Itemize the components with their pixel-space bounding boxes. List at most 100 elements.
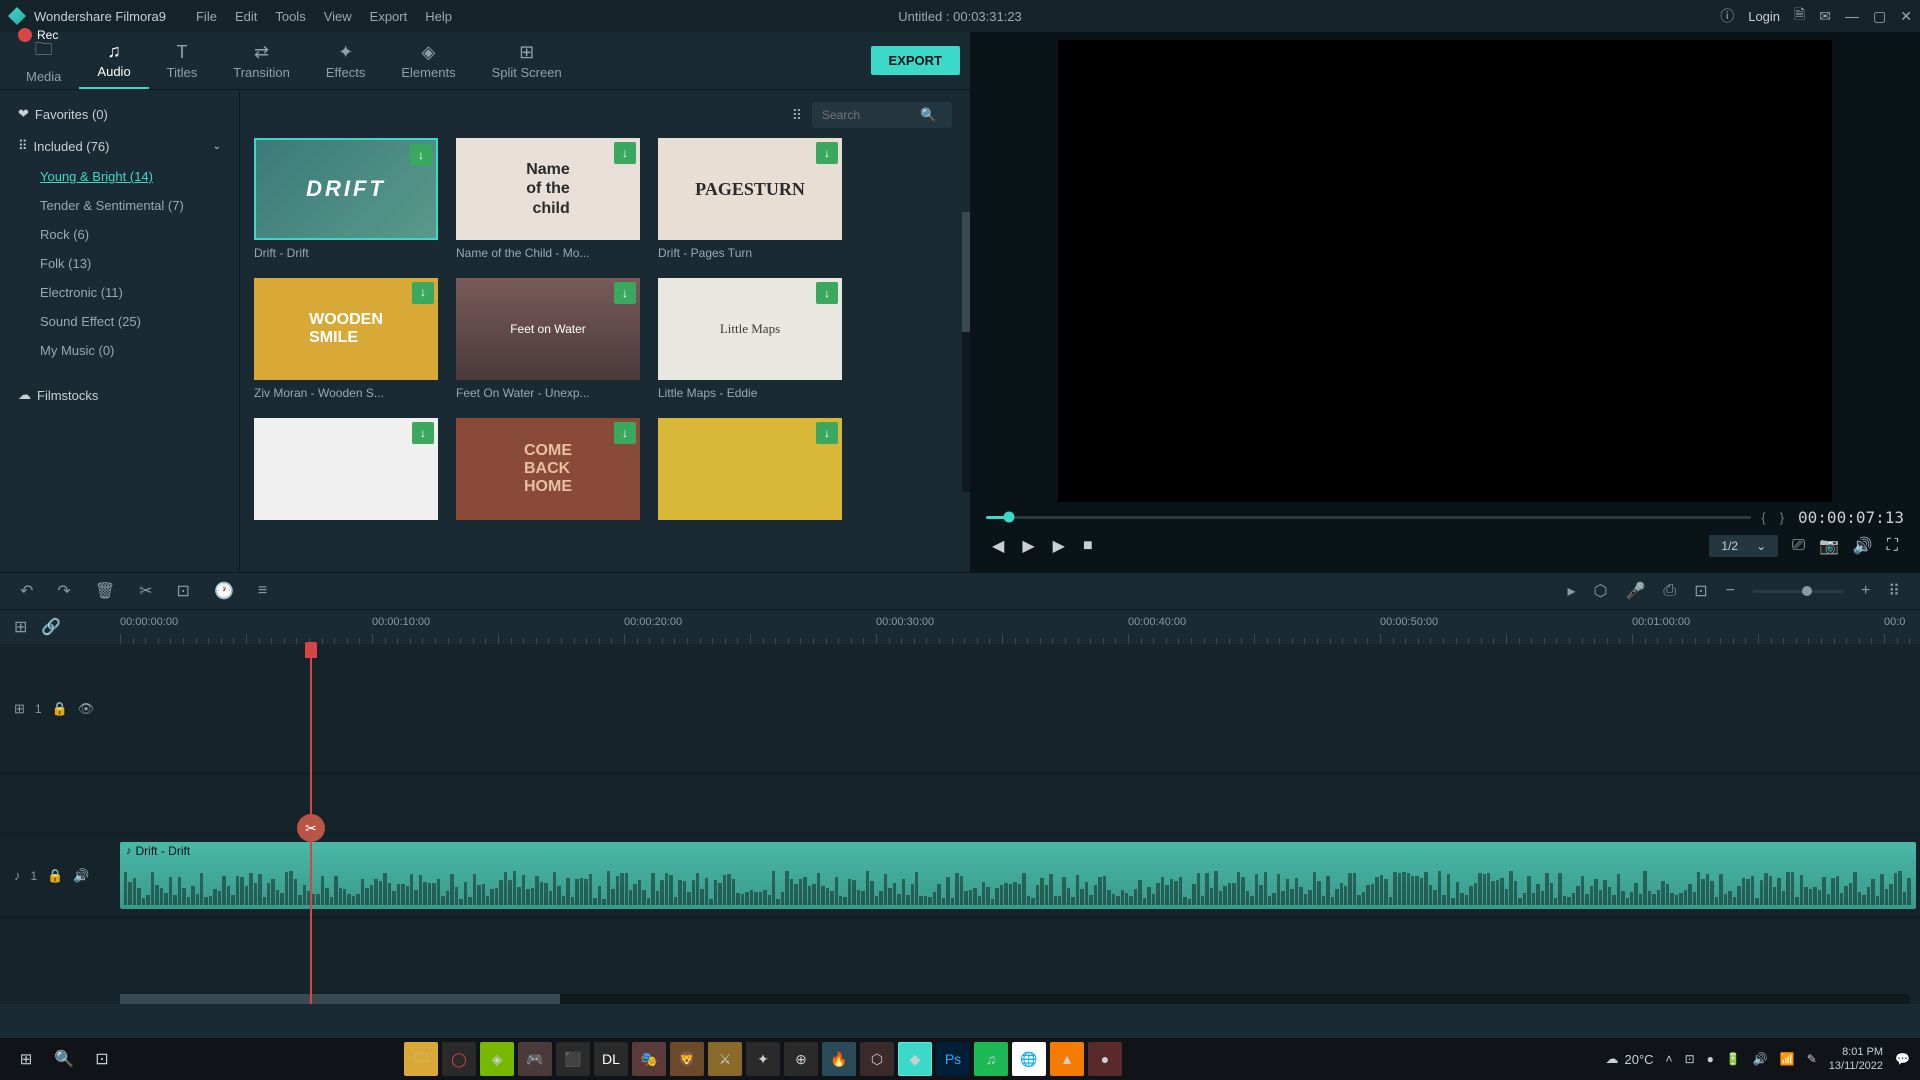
taskbar-app-spotify[interactable]: ♫ [974,1042,1008,1076]
crop-button[interactable]: ⊡ [177,581,190,601]
search-button[interactable]: 🔍 [48,1043,80,1075]
menu-help[interactable]: Help [425,9,452,24]
download-icon[interactable]: ↓ [412,422,434,444]
minimize-icon[interactable]: — [1845,8,1859,24]
menu-view[interactable]: View [324,9,352,24]
record-voiceover-button[interactable]: 🎤 [1625,581,1645,601]
fullscreen-icon[interactable]: ⛶ [1887,537,1898,555]
audio-card[interactable]: Little Maps↓Little Maps - Eddie [658,278,842,400]
audio-card[interactable]: Feet on Water↓Feet On Water - Unexp... [456,278,640,400]
playback-slider[interactable] [986,516,1751,519]
mute-icon[interactable]: 🔊 [73,868,89,884]
visibility-icon[interactable]: 👁 [78,701,95,717]
taskbar-app-nvidia[interactable]: ◈ [480,1042,514,1076]
render-button[interactable]: ▸ [1567,581,1575,601]
track-add-icon[interactable]: ⊞ [14,617,27,637]
play-button[interactable]: ▶ [1053,536,1065,556]
undo-button[interactable]: ↶ [20,581,33,601]
download-icon[interactable]: ↓ [614,142,636,164]
taskbar-app[interactable]: ⚔ [708,1042,742,1076]
taskbar-app[interactable]: 🔥 [822,1042,856,1076]
taskbar-app-filmora[interactable]: ◆ [898,1042,932,1076]
next-frame-button[interactable]: ▶ [1022,536,1034,556]
taskbar-clock[interactable]: 8:01 PM 13/11/2022 [1829,1045,1883,1074]
sidebar-item-rock[interactable]: Rock (6) [0,220,239,249]
menu-export[interactable]: Export [370,9,408,24]
tray-network-icon[interactable]: 📶 [1780,1052,1795,1066]
audio-card[interactable]: COMEBACKHOME↓ [456,418,640,520]
download-icon[interactable]: ↓ [816,142,838,164]
render-preview-icon[interactable]: ⎚ [1792,537,1805,555]
sidebar-item-electronic[interactable]: Electronic (11) [0,278,239,307]
tray-icon[interactable]: ⊡ [1685,1052,1695,1066]
tab-transition[interactable]: ⇄Transition [215,33,308,89]
taskbar-app[interactable]: 🎮 [518,1042,552,1076]
playhead[interactable]: ✂ [310,644,312,1004]
stop-button[interactable]: ■ [1083,537,1093,555]
menu-tools[interactable]: Tools [275,9,305,24]
tab-titles[interactable]: TTitles [149,33,216,89]
audio-card[interactable]: Nameof thechild↓Name of the Child - Mo..… [456,138,640,260]
audio-card[interactable]: ↓ [254,418,438,520]
scrollbar[interactable] [962,212,970,492]
download-icon[interactable]: ↓ [410,144,432,166]
search-box[interactable]: 🔍 [812,102,952,128]
close-icon[interactable]: ✕ [1900,8,1912,25]
audio-card[interactable]: PAGESTURN↓Drift - Pages Turn [658,138,842,260]
taskbar-app[interactable]: ◯ [442,1042,476,1076]
prev-frame-button[interactable]: ◀ [992,536,1004,556]
grid-view-icon[interactable]: ⠿ [792,107,802,124]
download-icon[interactable]: ↓ [412,282,434,304]
playhead-handle[interactable] [305,642,317,658]
maximize-icon[interactable]: ▢ [1873,8,1886,25]
taskbar-app-chrome[interactable]: 🌐 [1012,1042,1046,1076]
preview-viewport[interactable] [1058,40,1832,502]
tray-volume-icon[interactable]: 🔊 [1753,1052,1768,1066]
info-icon[interactable]: ⓘ [1720,6,1734,26]
zoom-in-button[interactable]: + [1861,582,1870,600]
sidebar-included[interactable]: ⠿ Included (76)⌄ [0,130,239,162]
lock-icon[interactable]: 🔒 [52,701,68,717]
zoom-fit-icon[interactable]: ⊡ [1694,581,1707,601]
audio-card[interactable]: ↓Drift - Drift [254,138,438,260]
audio-clip[interactable]: Drift - Drift [120,842,1916,909]
audio-card[interactable]: WOODENSMILE↓Ziv Moran - Wooden S... [254,278,438,400]
delete-button[interactable]: 🗑 [95,581,115,601]
sidebar-item-my-music[interactable]: My Music (0) [0,336,239,365]
sidebar-filmstocks[interactable]: ☁ Filmstocks [0,379,239,411]
sidebar-item-tender[interactable]: Tender & Sentimental (7) [0,191,239,220]
mixer-icon[interactable]: ⎙ [1663,582,1676,600]
menu-edit[interactable]: Edit [235,9,257,24]
audio-card[interactable]: ↓ [658,418,842,520]
manage-tracks-icon[interactable]: ⠿ [1888,581,1900,601]
marker-button[interactable]: ⬡ [1593,581,1607,601]
tab-elements[interactable]: ◈Elements [383,33,473,89]
color-button[interactable]: ≡ [258,582,267,600]
notifications-icon[interactable]: 💬 [1895,1052,1910,1066]
snapshot-icon[interactable]: 📷 [1819,536,1839,556]
taskbar-app[interactable]: ⬛ [556,1042,590,1076]
download-icon[interactable]: ↓ [816,422,838,444]
sidebar-item-young-bright[interactable]: Young & Bright (14) [0,162,239,191]
export-button[interactable]: EXPORT [871,46,960,75]
save-icon[interactable]: 🗎 [1794,4,1805,28]
search-icon[interactable]: 🔍 [920,107,936,123]
download-icon[interactable]: ↓ [614,422,636,444]
menu-file[interactable]: File [196,9,217,24]
download-icon[interactable]: ↓ [816,282,838,304]
taskbar-app[interactable]: ⊕ [784,1042,818,1076]
timeline-ruler[interactable]: ⊞ 🔗 00:00:00:00 00:00:10:00 00:00:20:00 … [0,610,1920,644]
marker-in-icon[interactable]: { [1761,510,1769,525]
volume-icon[interactable]: 🔊 [1853,536,1873,556]
zoom-slider[interactable] [1753,590,1843,593]
taskbar-app-explorer[interactable]: 🗀 [404,1042,438,1076]
taskbar-app[interactable]: DL [594,1042,628,1076]
task-view-button[interactable]: ⊡ [86,1043,118,1075]
taskbar-app-vlc[interactable]: ▲ [1050,1042,1084,1076]
tray-icon[interactable]: ● [1707,1052,1714,1066]
taskbar-app-photoshop[interactable]: Ps [936,1042,970,1076]
search-input[interactable] [822,108,912,122]
tray-battery-icon[interactable]: 🔋 [1726,1052,1741,1066]
login-button[interactable]: Login [1748,9,1780,24]
split-at-playhead-button[interactable]: ✂ [297,814,325,842]
